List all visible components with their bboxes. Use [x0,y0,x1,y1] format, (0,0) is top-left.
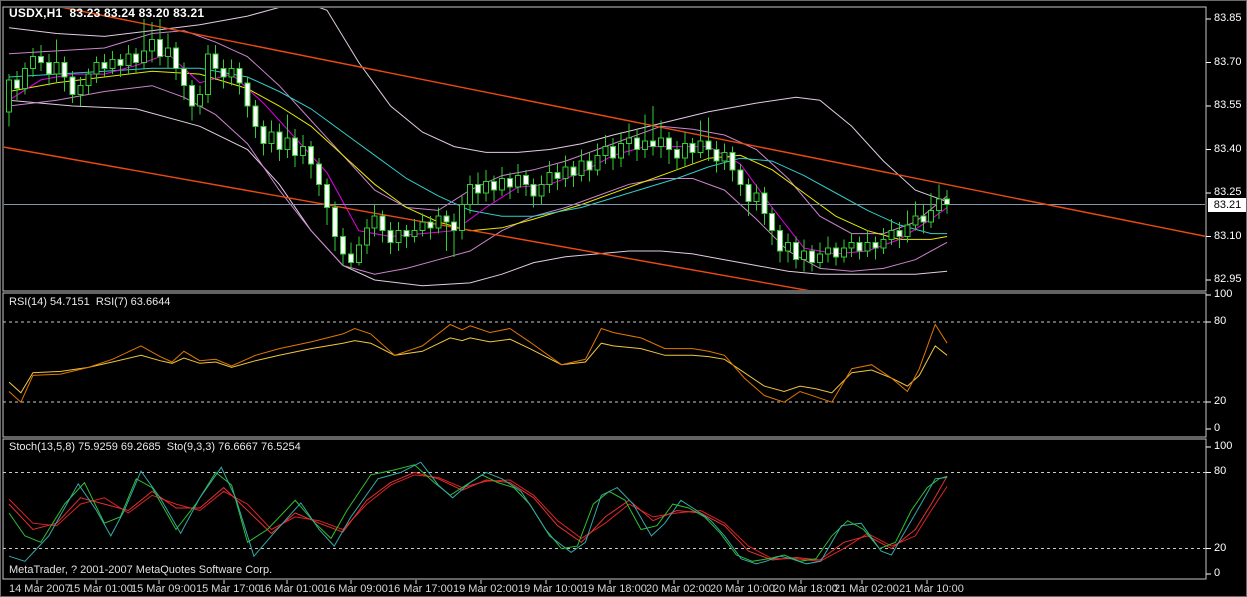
stochastic-indicator-panel[interactable] [2,438,1207,580]
time-axis-label: 19 Mar 18:00 [582,583,647,595]
rsi-indicator-panel[interactable] [2,292,1207,438]
time-axis-label: 19 Mar 02:00 [453,583,518,595]
rsi7-line [8,323,948,404]
descending-channel-lower-trendline[interactable] [1,146,814,292]
time-axis-label: 15 Mar 01:00 [68,583,133,595]
rsi14-line [8,337,948,394]
time-axis-label: 15 Mar 17:00 [196,583,261,595]
moving-average-yellow [8,70,948,240]
chart-canvas [1,6,1211,584]
rsi-axis-label: 20 [1214,395,1227,408]
stoch-axis-label: 80 [1214,465,1227,478]
price-axis-label: 83.70 [1214,55,1242,68]
price-axis-label: 83.40 [1214,142,1242,155]
rsi-values-label: RSI(14) 54.7151 RSI(7) 63.6644 [9,296,171,308]
mt4-chart-window: USDX,H1 83.23 83.24 83.20 83.21 RSI(14) … [0,0,1247,597]
time-axis-label: 16 Mar 09:00 [323,583,388,595]
price-axis-label: 83.55 [1214,99,1242,111]
bollinger-outer-upper-band [8,8,948,203]
stoch-axis-label: 0 [1214,567,1221,579]
price-axis-label: 82.95 [1214,273,1242,286]
time-axis-label: 20 Mar 02:00 [646,583,711,595]
chart-symbol-title: USDX,H1 83.23 83.24 83.20 83.21 [9,6,205,20]
time-axis-label: 20 Mar 18:00 [773,583,838,595]
stoch-axis-label: 20 [1214,541,1227,554]
time-axis-label: 16 Mar 17:00 [388,583,453,595]
time-axis-label: 21 Mar 10:00 [899,583,964,595]
main-plot-area [1,8,1205,292]
copyright-text: MetaTrader, ? 2001-2007 MetaQuotes Softw… [9,564,273,576]
time-axis-label: 20 Mar 10:00 [710,583,775,595]
sto9-main-line [8,464,948,562]
price-axis-label: 83.25 [1214,186,1242,198]
price-axis-label: 83.85 [1214,12,1242,24]
rsi-axis-label: 80 [1214,314,1227,327]
moving-average-magenta [8,53,948,255]
time-axis-label: 16 Mar 01:00 [259,583,324,595]
rsi-axis-label: 100 [1214,288,1233,300]
time-axis-label: 19 Mar 10:00 [518,583,583,595]
price-axis-label: 83.10 [1214,229,1242,242]
sto9-signal-line [8,471,948,561]
time-axis-label: 15 Mar 09:00 [131,583,196,595]
current-price-tag: 83.21 [1208,198,1246,212]
stochastic-values-label: Stoch(13,5,8) 75.9259 69.2685 Sto(9,3,3)… [9,441,301,453]
time-axis-label: 21 Mar 02:00 [834,583,899,595]
stoch-axis-label: 100 [1214,440,1233,452]
candles [6,19,951,272]
rsi-axis-label: 0 [1214,422,1221,434]
time-axis-label: 14 Mar 2007 [9,583,71,595]
